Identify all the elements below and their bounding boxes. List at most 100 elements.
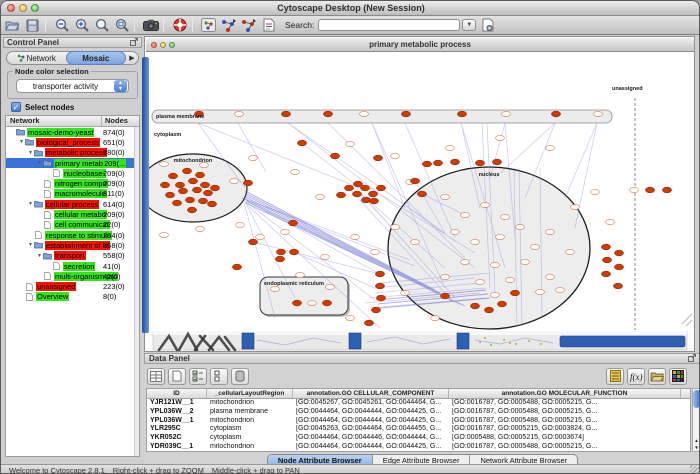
network-node-outline[interactable] (571, 204, 580, 209)
network-node[interactable] (248, 239, 257, 245)
float-panel-icon[interactable] (130, 38, 138, 48)
network-node-outline[interactable] (606, 219, 615, 224)
network-node[interactable] (344, 185, 353, 191)
network-node[interactable] (192, 187, 201, 193)
network-node-outline[interactable] (196, 226, 205, 231)
network-node-outline[interactable] (296, 272, 305, 277)
network-node[interactable] (281, 111, 290, 117)
network-node-outline[interactable] (461, 259, 470, 264)
table-row[interactable]: YPL036W__1mitochondrion[GO:0044464, GO:0… (147, 417, 690, 426)
network-node[interactable] (243, 180, 252, 186)
network-node-outline[interactable] (431, 315, 440, 320)
network-node[interactable] (275, 256, 284, 262)
zoom-out-icon[interactable] (53, 17, 70, 33)
disclosure-triangle-icon[interactable]: ▼ (36, 253, 43, 259)
tab-overflow-arrow[interactable]: ▶ (126, 54, 138, 62)
network-node-outline[interactable] (546, 145, 555, 150)
network-node[interactable] (276, 249, 285, 255)
network-node[interactable] (203, 190, 212, 196)
table-row[interactable]: YPL036W__2plasma membrane[GO:0044464, GO… (147, 408, 690, 417)
network-node[interactable] (645, 187, 654, 193)
network-node-outline[interactable] (566, 249, 575, 254)
save-icon[interactable] (24, 17, 41, 33)
network-node[interactable] (662, 187, 671, 193)
network-node[interactable] (352, 191, 361, 197)
node-color-dropdown[interactable]: transporter activity ▲▼ (16, 79, 129, 93)
table-scrollbar-thumb[interactable] (693, 390, 700, 408)
disclosure-triangle-icon[interactable]: ▼ (27, 150, 34, 156)
network-node[interactable] (422, 161, 431, 167)
view-close-button[interactable] (151, 42, 157, 48)
network-node[interactable] (187, 207, 196, 213)
tree-row[interactable]: ▼primary metabo209(... (6, 158, 139, 168)
network-node-outline[interactable] (461, 212, 470, 217)
network-node[interactable] (484, 307, 493, 313)
disclosure-triangle-icon[interactable]: ▼ (36, 160, 43, 166)
view-zoom-button[interactable] (169, 42, 175, 48)
network-node[interactable] (410, 178, 419, 184)
table-scrollbar[interactable]: ▲▼ (692, 388, 700, 452)
network-node[interactable] (172, 200, 181, 206)
network-node-outline[interactable] (160, 161, 169, 166)
close-button[interactable] (7, 4, 15, 12)
network-node-outline[interactable] (546, 229, 555, 234)
network-node[interactable] (160, 182, 169, 188)
network-node[interactable] (289, 249, 298, 255)
unselect-attributes-icon[interactable] (210, 368, 228, 385)
network-node-outline[interactable] (471, 239, 480, 244)
network-node[interactable] (368, 191, 377, 197)
network-node-outline[interactable] (249, 155, 258, 160)
tree-row[interactable]: nitrogen compo209(0) (6, 178, 139, 188)
tree-row[interactable]: ▼biological_process651(0) (6, 137, 139, 147)
network-node-outline[interactable] (281, 229, 290, 234)
network-node[interactable] (353, 181, 362, 187)
network-node-outline[interactable] (271, 286, 280, 291)
network-node-outline[interactable] (236, 222, 245, 227)
network-view-titlebar[interactable]: primary metabolic process (146, 38, 694, 52)
search-dropdown-button[interactable]: ▼ (462, 19, 476, 31)
network-node[interactable] (364, 320, 373, 326)
network-node[interactable] (433, 160, 442, 166)
network-node-outline[interactable] (502, 111, 511, 116)
network-node-outline[interactable] (506, 277, 515, 282)
network-node-outline[interactable] (256, 234, 265, 239)
network-node[interactable] (188, 178, 197, 184)
network-node-outline[interactable] (411, 239, 420, 244)
network-node-outline[interactable] (556, 287, 565, 292)
network-node-outline[interactable] (536, 289, 545, 294)
network-node[interactable] (417, 191, 426, 197)
minimize-button[interactable] (19, 4, 27, 12)
tree-row[interactable]: Overview8(0) (6, 292, 139, 302)
network-graph[interactable]: plasma membranecytoplasmmitochondrionnuc… (146, 52, 694, 331)
network-node-outline[interactable] (316, 194, 325, 199)
tree-row[interactable]: cell communicat22(0) (6, 220, 139, 230)
network-node-outline[interactable] (360, 111, 369, 116)
view-minimize-button[interactable] (160, 42, 166, 48)
tree-row[interactable]: mosaic-demo-yeast874(0) (6, 127, 139, 137)
help-lifering-icon[interactable] (171, 17, 188, 33)
network-node-outline[interactable] (476, 279, 485, 284)
tree-row[interactable]: nucleobase-209(0) (6, 168, 139, 178)
network-node[interactable] (195, 172, 204, 178)
network-node-outline[interactable] (401, 290, 410, 295)
table-column-header[interactable]: annotation.GO MOLECULAR_FUNCTION (449, 389, 681, 398)
network-node[interactable] (182, 168, 191, 174)
network-node[interactable] (297, 140, 306, 146)
network-node[interactable] (602, 257, 611, 263)
network-node[interactable] (207, 201, 216, 207)
tree-scrollbar[interactable] (134, 127, 139, 456)
table-row[interactable]: YJR121W__1mitochondrion[GO:0045267, GO:0… (147, 399, 690, 408)
network-node[interactable] (601, 244, 610, 250)
network-node[interactable] (165, 192, 174, 198)
attribute-grid-icon[interactable] (147, 368, 165, 385)
table-column-header[interactable]: ID (147, 389, 207, 398)
tree-row[interactable]: ▼metabolic process280(0) (6, 148, 139, 158)
network-node[interactable] (497, 301, 506, 307)
network-node-outline[interactable] (451, 229, 460, 234)
network-node[interactable] (200, 182, 209, 188)
open-folder-icon[interactable] (4, 17, 21, 33)
float-panel-icon[interactable] (688, 354, 696, 364)
network-node[interactable] (292, 300, 301, 306)
zoom-selected-icon[interactable] (93, 17, 110, 33)
network-node[interactable] (375, 271, 384, 277)
